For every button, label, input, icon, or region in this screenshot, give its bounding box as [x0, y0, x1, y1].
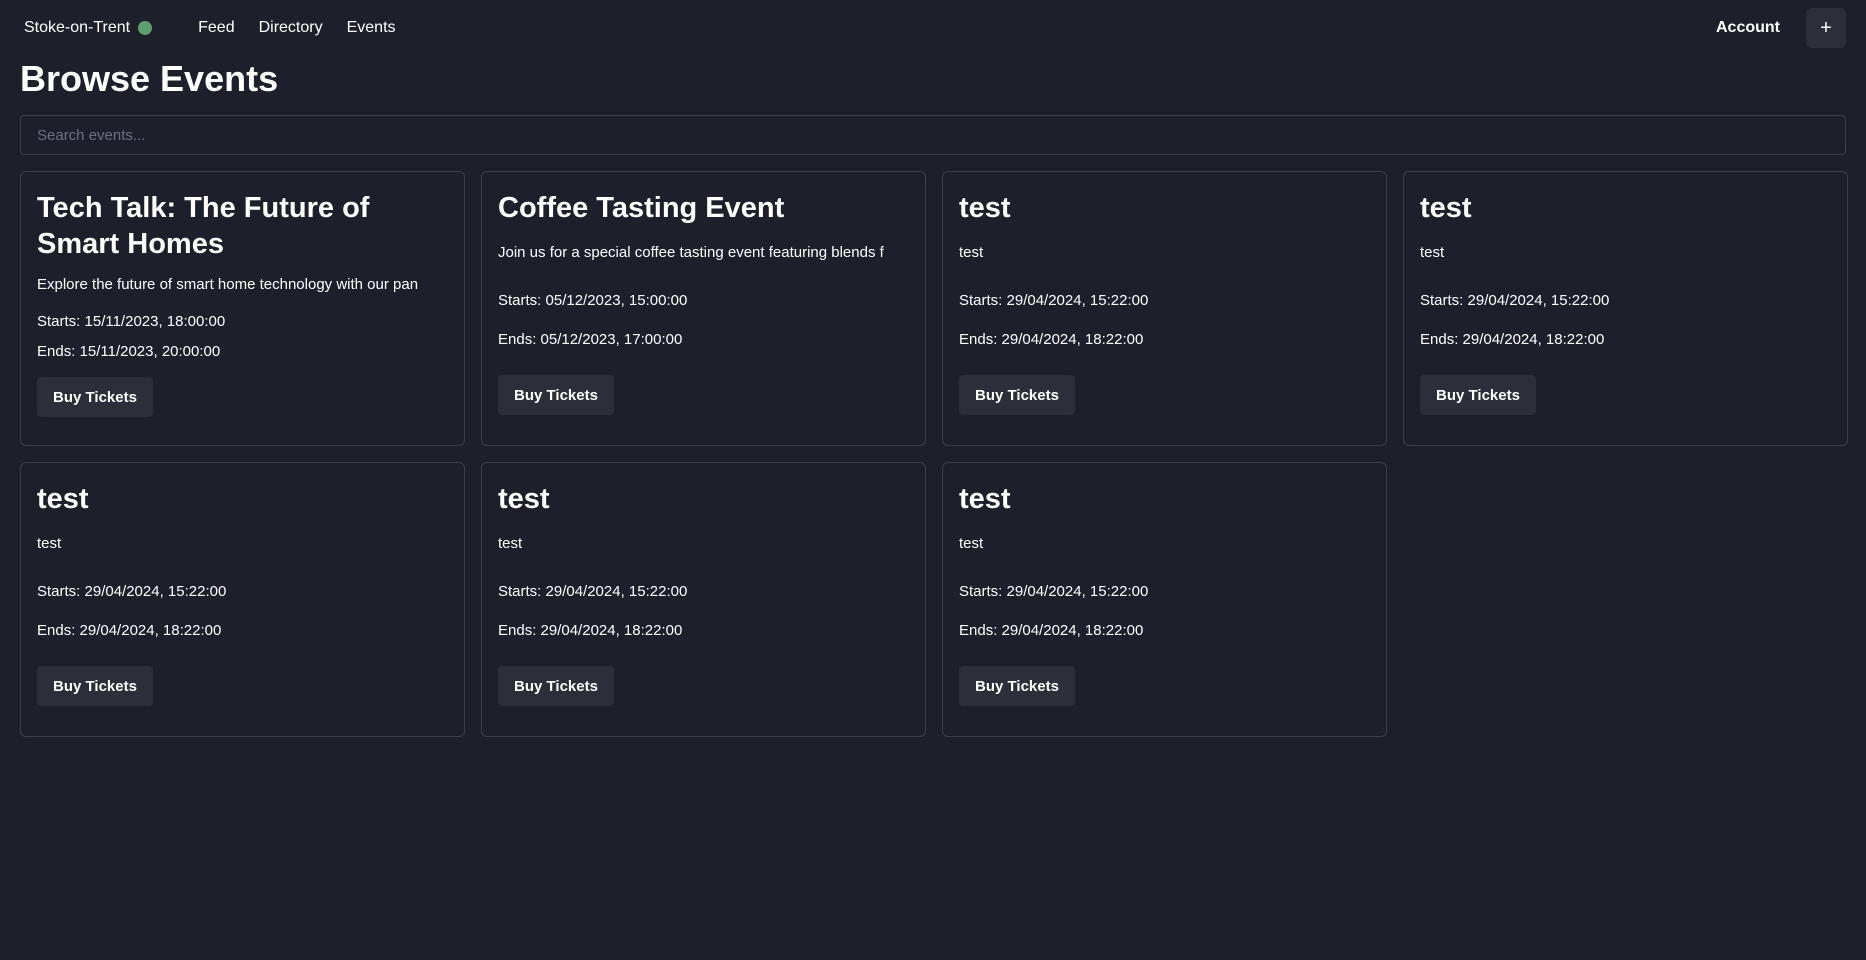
- event-card: test test Starts: 29/04/2024, 15:22:00 E…: [481, 462, 926, 737]
- event-end: Ends: 29/04/2024, 18:22:00: [1420, 331, 1605, 348]
- event-title: test: [1420, 192, 1472, 224]
- event-title: Tech Talk: The Future of Smart Homes: [37, 192, 370, 260]
- buy-tickets-button[interactable]: Buy Tickets: [959, 666, 1075, 706]
- buy-tickets-button[interactable]: Buy Tickets: [959, 375, 1075, 415]
- event-description: test: [1420, 244, 1445, 261]
- brand-name: Stoke-on-Trent: [24, 19, 131, 36]
- event-card: Coffee Tasting Event Join us for a speci…: [481, 171, 926, 446]
- top-navigation: Stoke-on-Trent Feed Directory Events Acc…: [0, 0, 1866, 56]
- events-grid: Tech Talk: The Future of Smart Homes Exp…: [20, 171, 1848, 737]
- buy-tickets-button[interactable]: Buy Tickets: [498, 666, 614, 706]
- event-end: Ends: 29/04/2024, 18:22:00: [498, 622, 683, 639]
- event-card: test test Starts: 29/04/2024, 15:22:00 E…: [1403, 171, 1848, 446]
- event-start: Starts: 29/04/2024, 15:22:00: [37, 583, 227, 600]
- event-description: test: [498, 535, 523, 552]
- nav-directory[interactable]: Directory: [259, 19, 323, 37]
- event-title: test: [37, 483, 89, 515]
- event-start: Starts: 29/04/2024, 15:22:00: [959, 292, 1149, 309]
- nav-events[interactable]: Events: [347, 19, 396, 37]
- buy-tickets-button[interactable]: Buy Tickets: [498, 375, 614, 415]
- buy-tickets-button[interactable]: Buy Tickets: [37, 377, 153, 417]
- plus-icon: +: [1820, 16, 1832, 39]
- events-page: Stoke-on-Trent Feed Directory Events Acc…: [0, 0, 1866, 960]
- event-description: Explore the future of smart home technol…: [37, 276, 419, 293]
- event-title: test: [959, 483, 1011, 515]
- status-dot-icon: [138, 21, 153, 35]
- event-start: Starts: 05/12/2023, 15:00:00: [498, 292, 688, 309]
- event-start: Starts: 29/04/2024, 15:22:00: [498, 583, 688, 600]
- event-card: test test Starts: 29/04/2024, 15:22:00 E…: [20, 462, 465, 737]
- event-end: Ends: 29/04/2024, 18:22:00: [959, 331, 1144, 348]
- event-description: test: [959, 244, 984, 261]
- event-end: Ends: 29/04/2024, 18:22:00: [37, 622, 222, 639]
- event-description: test: [37, 535, 62, 552]
- buy-tickets-button[interactable]: Buy Tickets: [37, 666, 153, 706]
- brand[interactable]: Stoke-on-Trent: [24, 19, 153, 37]
- event-card: test test Starts: 29/04/2024, 15:22:00 E…: [942, 462, 1387, 737]
- account-link[interactable]: Account: [1716, 19, 1780, 37]
- event-start: Starts: 29/04/2024, 15:22:00: [1420, 292, 1610, 309]
- event-card: test test Starts: 29/04/2024, 15:22:00 E…: [942, 171, 1387, 446]
- event-start: Starts: 29/04/2024, 15:22:00: [959, 583, 1149, 600]
- event-card: Tech Talk: The Future of Smart Homes Exp…: [20, 171, 465, 446]
- page-title: Browse Events: [20, 58, 279, 99]
- event-start: Starts: 15/11/2023, 18:00:00: [37, 313, 226, 330]
- event-title: test: [959, 192, 1011, 224]
- event-description: test: [959, 535, 984, 552]
- event-title: Coffee Tasting Event: [498, 192, 785, 224]
- event-title: test: [498, 483, 550, 515]
- event-description: Join us for a special coffee tasting eve…: [498, 244, 884, 261]
- main-nav: Feed Directory Events: [198, 19, 395, 37]
- nav-feed[interactable]: Feed: [198, 19, 234, 37]
- event-end: Ends: 15/11/2023, 20:00:00: [37, 343, 221, 360]
- add-button[interactable]: +: [1806, 8, 1846, 48]
- buy-tickets-button[interactable]: Buy Tickets: [1420, 375, 1536, 415]
- event-end: Ends: 29/04/2024, 18:22:00: [959, 622, 1144, 639]
- search-input[interactable]: [20, 115, 1846, 155]
- event-end: Ends: 05/12/2023, 17:00:00: [498, 331, 683, 348]
